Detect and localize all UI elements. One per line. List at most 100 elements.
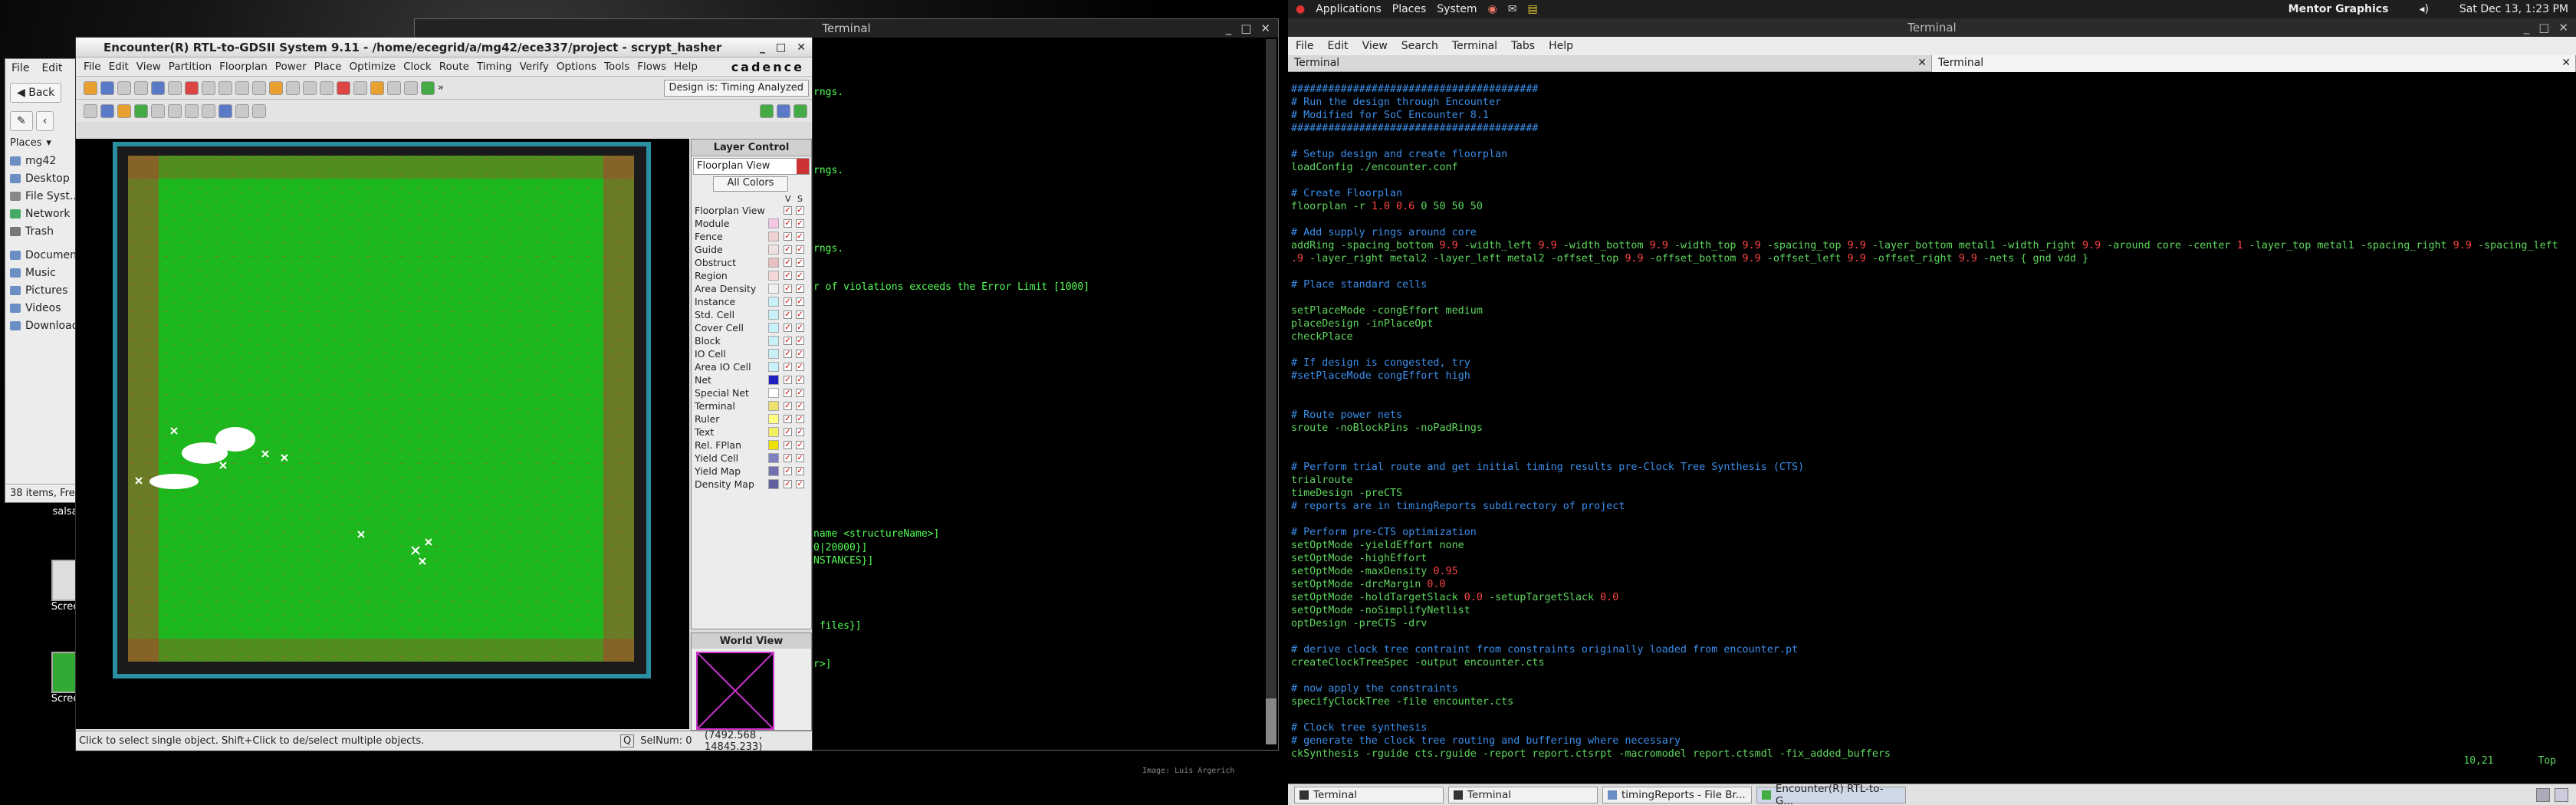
view-select[interactable]: Floorplan View [693,158,810,175]
move-icon[interactable] [303,80,317,95]
menu-edit[interactable]: Edit [1327,40,1348,52]
layer-row[interactable]: Block ✓ ✓ [692,334,811,347]
layer-color-swatch[interactable] [768,232,779,242]
layer-row[interactable]: Ruler ✓ ✓ [692,412,811,426]
menu-item[interactable]: Power [275,61,307,73]
menu-file[interactable]: File [12,62,29,74]
layer-color-swatch[interactable] [768,245,779,255]
save-icon[interactable] [100,80,114,95]
minimize-icon[interactable]: _ [1226,21,1232,35]
all-colors-button[interactable]: All Colors [713,176,788,192]
workspace-1[interactable] [2536,787,2550,802]
layer-color-swatch[interactable] [768,284,779,294]
zoom-out-icon[interactable] [219,80,232,95]
clock[interactable]: Sat Dec 13, 1:23 PM [2459,3,2568,15]
selectable-checkbox[interactable]: ✓ [796,389,804,397]
visible-checkbox[interactable]: ✓ [784,206,792,215]
layer-color-swatch[interactable] [768,362,779,372]
taskbar-item-encounter[interactable]: Encounter(R) RTL-to-G... [1756,783,1906,805]
mail-icon[interactable]: ✉ [1508,3,1517,15]
taskbar-item-terminal[interactable]: Terminal [1448,786,1598,803]
menu-item[interactable]: View [136,61,161,73]
layer-row[interactable]: Area Density ✓ ✓ [692,282,811,295]
visible-checkbox[interactable]: ✓ [784,402,792,410]
menu-item[interactable]: Tools [604,61,629,73]
layer-color-swatch[interactable] [768,401,779,411]
layer-row[interactable]: Net ✓ ✓ [692,373,811,386]
maximize-icon[interactable]: □ [776,41,786,54]
redraw-icon[interactable] [269,80,283,95]
chevron-down-icon[interactable] [797,159,809,174]
visible-checkbox[interactable]: ✓ [784,376,792,384]
selectable-checkbox[interactable]: ✓ [796,480,804,488]
menu-item[interactable]: Floorplan [219,61,268,73]
visible-checkbox[interactable]: ✓ [784,284,792,293]
maximize-icon[interactable]: □ [1240,21,1251,35]
layer-color-swatch[interactable] [768,388,779,398]
stretch-icon[interactable] [151,104,165,118]
edit-location-icon[interactable]: ✎ [10,111,33,131]
visible-checkbox[interactable]: ✓ [784,441,792,449]
visible-checkbox[interactable]: ✓ [784,258,792,267]
menu-view[interactable]: View [1362,40,1388,52]
menu-edit[interactable]: Edit [41,62,62,74]
copy-icon[interactable] [387,80,401,95]
close-tab-icon[interactable]: ✕ [2561,57,2571,69]
scrollbar[interactable] [1266,39,1276,744]
layer-color-swatch[interactable] [768,466,779,476]
color-icon[interactable] [185,80,199,95]
layer-row[interactable]: Obstruct ✓ ✓ [692,256,811,269]
menu-item[interactable]: Route [439,61,469,73]
back-button[interactable]: ◀ Back [10,83,62,103]
layer-row[interactable]: Area IO Cell ✓ ✓ [692,360,811,373]
layer-row[interactable]: Instance ✓ ✓ [692,295,811,308]
selectable-checkbox[interactable]: ✓ [796,363,804,371]
open-icon[interactable] [84,80,97,95]
add-icon[interactable] [134,104,148,118]
taskbar-item-terminal[interactable]: Terminal [1294,786,1444,803]
visible-checkbox[interactable]: ✓ [784,337,792,345]
layer-row[interactable]: Region ✓ ✓ [692,269,811,282]
menu-item[interactable]: Optimize [350,61,396,73]
menu-item[interactable]: Verify [520,61,549,73]
firefox-icon[interactable]: ◉ [1487,3,1497,15]
cell-icon[interactable] [320,80,334,95]
visible-checkbox[interactable]: ✓ [784,467,792,475]
selectable-checkbox[interactable]: ✓ [796,441,804,449]
minimize-icon[interactable]: _ [2524,18,2530,37]
visible-checkbox[interactable]: ✓ [784,245,792,254]
layer-row[interactable]: IO Cell ✓ ✓ [692,347,811,360]
redo-icon[interactable] [134,80,148,95]
layer-color-swatch[interactable] [768,219,779,228]
layer-color-swatch[interactable] [768,440,779,450]
floorplan-view-icon[interactable] [760,104,774,118]
close-tab-icon[interactable]: ✕ [1917,57,1927,69]
tab-terminal-1[interactable]: Terminal ✕ [1288,55,1932,72]
layer-color-swatch[interactable] [768,336,779,346]
select-icon[interactable] [151,80,165,95]
ruler-icon[interactable] [353,80,367,95]
menu-item[interactable]: Place [314,61,342,73]
selectable-checkbox[interactable]: ✓ [796,337,804,345]
maximize-icon[interactable]: □ [2538,18,2549,37]
zoom-select-icon[interactable] [252,80,266,95]
selectable-checkbox[interactable]: ✓ [796,232,804,241]
zoom-fit-icon[interactable] [235,80,249,95]
visible-checkbox[interactable]: ✓ [784,297,792,306]
highlight-icon[interactable] [168,80,182,95]
applications-menu[interactable]: Applications [1316,3,1382,15]
menu-item[interactable]: Flows [637,61,666,73]
layer-row[interactable]: Yield Map ✓ ✓ [692,465,811,478]
selectable-checkbox[interactable]: ✓ [796,376,804,384]
menu-item[interactable]: Help [674,61,698,73]
layer-color-swatch[interactable] [768,271,779,281]
layer-row[interactable]: Density Map ✓ ✓ [692,478,811,491]
wire-edit-icon[interactable] [117,104,131,118]
layer-row[interactable]: Fence ✓ ✓ [692,230,811,243]
menu-item[interactable]: Timing [477,61,512,73]
layer-row[interactable]: Std. Cell ✓ ✓ [692,308,811,321]
visible-checkbox[interactable]: ✓ [784,271,792,280]
menu-item[interactable]: Options [557,61,596,73]
selectable-checkbox[interactable]: ✓ [796,284,804,293]
visible-checkbox[interactable]: ✓ [784,363,792,371]
